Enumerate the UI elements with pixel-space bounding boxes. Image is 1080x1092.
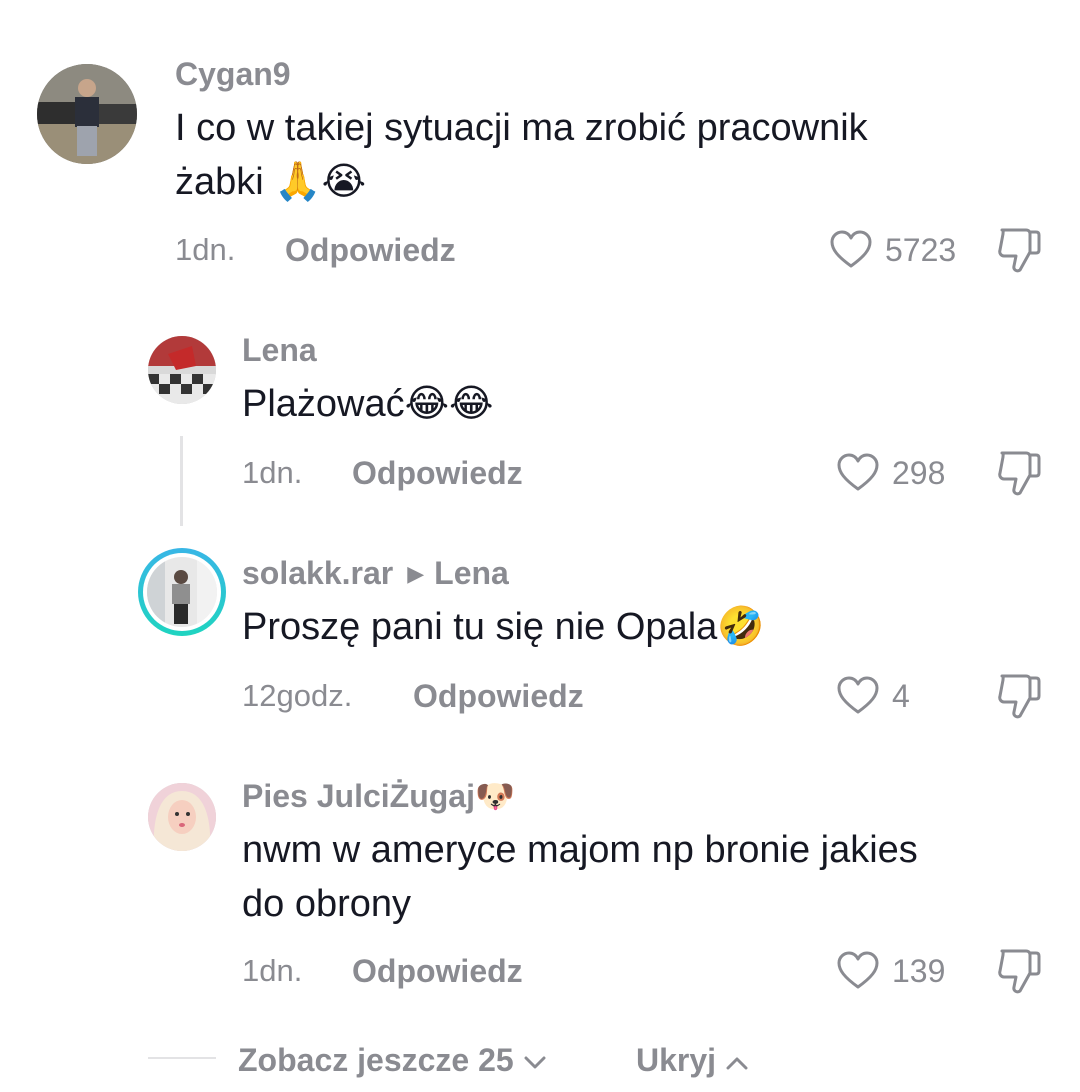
- reply-author[interactable]: solakk.rar: [242, 555, 393, 591]
- avatar[interactable]: [138, 548, 226, 636]
- like-count: 5723: [885, 232, 957, 268]
- reply-to-user[interactable]: Lena: [434, 555, 509, 591]
- dislike-icon: [998, 674, 1041, 719]
- avatar[interactable]: [37, 64, 137, 164]
- replies-divider: [148, 1057, 216, 1059]
- play-arrow-icon: ▶: [407, 561, 425, 586]
- comment-actions: 1dn. Odpowiedz 139: [0, 947, 1080, 995]
- dislike-button[interactable]: [996, 947, 1042, 995]
- like-count: 4: [892, 678, 910, 714]
- chevron-down-icon: [524, 1056, 546, 1069]
- comment-actions: 12godz. Odpowiedz 4: [0, 672, 1080, 720]
- view-more-replies-button[interactable]: Zobacz jeszcze 25: [238, 1038, 546, 1082]
- thread-line: [180, 436, 183, 526]
- dislike-button[interactable]: [996, 672, 1042, 720]
- comment-username[interactable]: Lena: [242, 330, 317, 370]
- like-button[interactable]: 4: [836, 674, 910, 718]
- comment-time: 1dn.: [242, 455, 303, 490]
- comment-text: Plażować😂😂: [242, 383, 494, 425]
- dislike-button[interactable]: [996, 226, 1042, 274]
- dislike-button[interactable]: [996, 449, 1042, 497]
- reply-button[interactable]: Odpowiedz: [352, 949, 523, 993]
- reply-button[interactable]: Odpowiedz: [413, 674, 584, 718]
- like-button[interactable]: 298: [836, 451, 945, 495]
- comment-username[interactable]: Pies JulciŻugaj🐶: [242, 776, 515, 816]
- comment-time: 1dn.: [175, 232, 236, 267]
- heart-icon: [837, 951, 879, 989]
- dislike-icon: [998, 228, 1041, 273]
- reply-button[interactable]: Odpowiedz: [285, 228, 456, 272]
- comment-actions: 1dn. Odpowiedz 5723: [0, 226, 1080, 274]
- comment-text: Proszę pani tu się nie Opala🤣: [242, 606, 765, 648]
- like-count: 298: [892, 455, 946, 491]
- hide-label: Ukryj: [636, 1042, 717, 1078]
- comment-time: 1dn.: [242, 953, 303, 988]
- hide-replies-button[interactable]: Ukryj: [636, 1038, 748, 1082]
- comment-username: solakk.rar ▶ Lena: [242, 553, 509, 594]
- heart-icon: [830, 230, 872, 268]
- comment-text: nwm w ameryce majom np bronie jakies do …: [242, 829, 918, 925]
- dislike-icon: [998, 451, 1041, 496]
- heart-icon: [837, 453, 879, 491]
- comment-username[interactable]: Cygan9: [175, 54, 291, 94]
- heart-icon: [837, 676, 879, 714]
- like-button[interactable]: 5723: [829, 228, 956, 272]
- reply-button[interactable]: Odpowiedz: [352, 451, 523, 495]
- comment-actions: 1dn. Odpowiedz 298: [0, 449, 1080, 497]
- dislike-icon: [998, 949, 1041, 994]
- avatar[interactable]: [148, 336, 216, 404]
- comment-time: 12godz.: [242, 678, 353, 713]
- like-button[interactable]: 139: [836, 949, 945, 993]
- like-count: 139: [892, 953, 946, 989]
- avatar[interactable]: [148, 783, 216, 851]
- chevron-up-icon: [726, 1057, 748, 1070]
- view-more-label: Zobacz jeszcze 25: [238, 1042, 514, 1078]
- comment-text: I co w takiej sytuacji ma zrobić pracown…: [175, 107, 868, 203]
